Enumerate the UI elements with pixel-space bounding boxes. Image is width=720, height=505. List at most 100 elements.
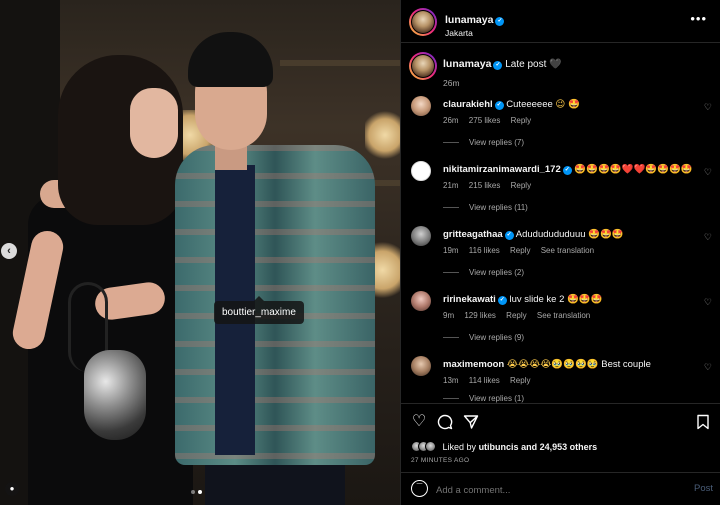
comment-time[interactable]: 19m <box>443 246 459 255</box>
caption-emoji: 🖤 <box>549 59 562 70</box>
user-tag[interactable]: bouttier_maxime <box>214 296 304 324</box>
commenter-avatar[interactable] <box>411 96 431 116</box>
comment-emoji: 😭😭😭😭🥹🥹🥹🥹 <box>506 359 599 370</box>
comment-emoji: 🤩🤩🤩 <box>567 294 603 305</box>
comment-time[interactable]: 13m <box>443 376 459 385</box>
comment-icon[interactable] <box>434 411 456 433</box>
comment-body: Cuteeeeee <box>506 99 553 110</box>
bookmark-icon[interactable] <box>692 411 714 433</box>
comment-likes[interactable]: 275 likes <box>469 116 501 125</box>
heart-icon[interactable]: ♡ <box>704 167 712 178</box>
comment-text: claurakiehl ✓ Cuteeeeee 😉 🤩 <box>443 99 698 110</box>
carousel-dot-active <box>198 490 202 494</box>
verified-badge-icon: ✓ <box>504 231 514 240</box>
comment-meta: 26m 275 likes Reply <box>443 116 539 125</box>
comment-emoji: 🤩🤩🤩 <box>588 229 624 240</box>
commenter-username[interactable]: claurakiehl <box>443 99 493 110</box>
comment-meta: 21m 215 likes Reply <box>443 181 539 190</box>
comment-body: Adududududuuu <box>515 229 586 240</box>
verified-badge-icon: ✓ <box>493 61 503 70</box>
reply-button[interactable]: Reply <box>510 246 530 255</box>
commenter-username[interactable]: gritteagathaa <box>443 229 503 240</box>
comment-likes[interactable]: 215 likes <box>469 181 501 190</box>
comments-list[interactable]: lunamaya ✓ Late post 🖤 26m claurakiehl ✓ C… <box>401 44 720 403</box>
heart-icon[interactable]: ♡ <box>704 232 712 243</box>
author-info: lunamaya ✓ Jakarta <box>445 10 505 38</box>
more-options-icon[interactable]: ••• <box>690 12 707 25</box>
comment-emoji: 😉 🤩 <box>555 99 581 110</box>
heart-icon[interactable]: ♡ <box>704 297 712 308</box>
caption-time[interactable]: 26m <box>443 78 460 88</box>
smiley-icon[interactable]: ‾‾ <box>411 480 428 497</box>
view-replies-button[interactable]: View replies (11) <box>443 203 528 212</box>
reply-button[interactable]: Reply <box>511 116 531 125</box>
comment-text: gritteagathaa ✓ Adududududuuu 🤩🤩🤩 <box>443 229 698 240</box>
post-header: lunamaya ✓ Jakarta ••• <box>401 0 720 43</box>
see-translation-button[interactable]: See translation <box>541 246 594 255</box>
reply-button[interactable]: Reply <box>510 376 530 385</box>
comment-time[interactable]: 21m <box>443 181 459 190</box>
caption-text: lunamaya ✓ Late post 🖤 <box>443 58 703 70</box>
caption-avatar[interactable] <box>409 52 437 80</box>
post-button[interactable]: Post <box>694 483 713 494</box>
post-actions: ♡ Liked by utibuncis and 24,953 others 2… <box>401 403 720 471</box>
see-translation-button[interactable]: See translation <box>537 311 590 320</box>
comment-input[interactable] <box>436 482 656 498</box>
caption-username[interactable]: lunamaya <box>443 58 491 70</box>
view-replies-button[interactable]: View replies (9) <box>443 333 524 342</box>
view-replies-button[interactable]: View replies (1) <box>443 394 524 403</box>
liked-by-prefix: Liked by <box>442 442 477 452</box>
post-location[interactable]: Jakarta <box>445 28 504 38</box>
verified-badge-icon: ✓ <box>562 166 572 175</box>
comment-meta: 19m 116 likes Reply See translation <box>443 246 602 255</box>
post-photo[interactable]: bouttier_maxime ‹ ● <box>0 0 400 505</box>
heart-icon[interactable]: ♡ <box>408 411 430 433</box>
background-lamp <box>365 110 400 160</box>
man-hair <box>188 32 273 87</box>
carousel-dot <box>191 490 195 494</box>
person-icon[interactable]: ● <box>5 482 19 496</box>
carousel-indicator <box>191 490 202 494</box>
comment-likes[interactable]: 116 likes <box>469 246 500 255</box>
liked-by-others[interactable]: and 24,953 others <box>521 442 597 452</box>
view-replies-button[interactable]: View replies (7) <box>443 138 524 147</box>
woman-face <box>130 88 178 158</box>
comment-emoji: 🤩🤩🤩🤩❤️❤️🤩🤩🤩🤩 <box>574 164 693 175</box>
commenter-avatar[interactable] <box>411 161 431 181</box>
author-username[interactable]: lunamaya <box>445 14 493 26</box>
commenter-username[interactable]: maximemoon <box>443 359 504 370</box>
reply-button[interactable]: Reply <box>511 181 531 190</box>
commenter-username[interactable]: nikitamirzanimawardi_172 <box>443 164 561 175</box>
commenter-avatar[interactable] <box>411 356 431 376</box>
comment-box: ‾‾ Post <box>401 472 720 505</box>
verified-badge-icon: ✓ <box>497 296 507 305</box>
commenter-avatar[interactable] <box>411 226 431 246</box>
comment-likes[interactable]: 129 likes <box>464 311 496 320</box>
post-side-panel: lunamaya ✓ Jakarta ••• lunamaya ✓ Late pos… <box>400 0 720 505</box>
comment-time[interactable]: 9m <box>443 311 454 320</box>
comment-likes[interactable]: 114 likes <box>469 376 500 385</box>
comment-meta: 13m 114 likes Reply <box>443 376 538 385</box>
background-shelf <box>280 60 400 66</box>
handbag <box>84 350 146 440</box>
post-timestamp[interactable]: 27 MINUTES AGO <box>411 457 469 464</box>
chevron-left-icon[interactable]: ‹ <box>1 243 17 259</box>
commenter-avatar[interactable] <box>411 291 431 311</box>
liker-avatars[interactable] <box>411 441 436 452</box>
comment-body: luv slide ke 2 <box>509 294 565 305</box>
verified-badge-icon: ✓ <box>495 17 505 26</box>
liked-by-user[interactable]: utibuncis <box>479 442 519 452</box>
comment-time[interactable]: 26m <box>443 116 459 125</box>
send-icon[interactable] <box>460 411 482 433</box>
author-avatar[interactable] <box>409 8 437 36</box>
heart-icon[interactable]: ♡ <box>704 362 712 373</box>
view-replies-button[interactable]: View replies (2) <box>443 268 524 277</box>
comment-text: nikitamirzanimawardi_172 ✓ 🤩🤩🤩🤩❤️❤️🤩🤩🤩🤩 <box>443 164 698 175</box>
comment-text: ririnekawati ✓ luv slide ke 2 🤩🤩🤩 <box>443 294 698 305</box>
verified-badge-icon: ✓ <box>494 101 504 110</box>
comment-body: Best couple <box>601 359 651 370</box>
heart-icon[interactable]: ♡ <box>704 102 712 113</box>
comment-text: maximemoon 😭😭😭😭🥹🥹🥹🥹 Best couple <box>443 359 698 370</box>
commenter-username[interactable]: ririnekawati <box>443 294 496 305</box>
reply-button[interactable]: Reply <box>506 311 526 320</box>
